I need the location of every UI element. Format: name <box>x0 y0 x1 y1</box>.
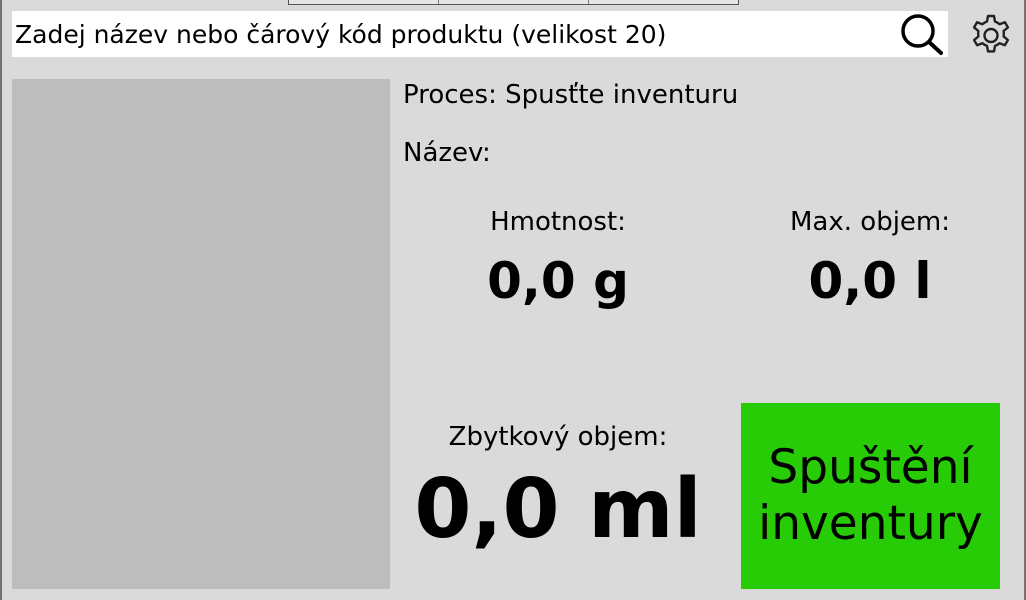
process-status-label: Proces: Spusťte inventuru <box>403 80 739 110</box>
search-bar <box>12 11 948 57</box>
residual-volume-label: Zbytkový objem: <box>448 422 668 452</box>
top-tab-strip[interactable] <box>288 0 739 5</box>
search-icon <box>901 14 943 55</box>
search-button[interactable] <box>898 12 946 56</box>
weight-value: 0,0 g <box>487 252 629 310</box>
start-inventory-button-label: Spuštění inventury <box>758 440 983 552</box>
top-tab[interactable] <box>289 0 439 4</box>
top-tab[interactable] <box>589 0 738 4</box>
residual-volume-value: 0,0 ml <box>414 462 702 557</box>
product-name-label: Název: <box>403 138 491 168</box>
settings-button[interactable] <box>968 12 1014 58</box>
weight-label: Hmotnost: <box>490 207 626 237</box>
product-image-placeholder <box>12 79 390 589</box>
max-volume-label: Max. objem: <box>790 207 950 237</box>
start-inventory-button[interactable]: Spuštění inventury <box>741 403 1000 589</box>
top-tab[interactable] <box>439 0 589 4</box>
search-input[interactable] <box>12 11 892 57</box>
start-inventory-label-line2: inventury <box>758 496 983 551</box>
inventory-app: Proces: Spusťte inventuru Název: Hmotnos… <box>2 0 1024 600</box>
gear-icon <box>972 14 1010 53</box>
start-inventory-label-line1: Spuštění <box>768 440 973 495</box>
max-volume-value: 0,0 l <box>808 252 932 310</box>
